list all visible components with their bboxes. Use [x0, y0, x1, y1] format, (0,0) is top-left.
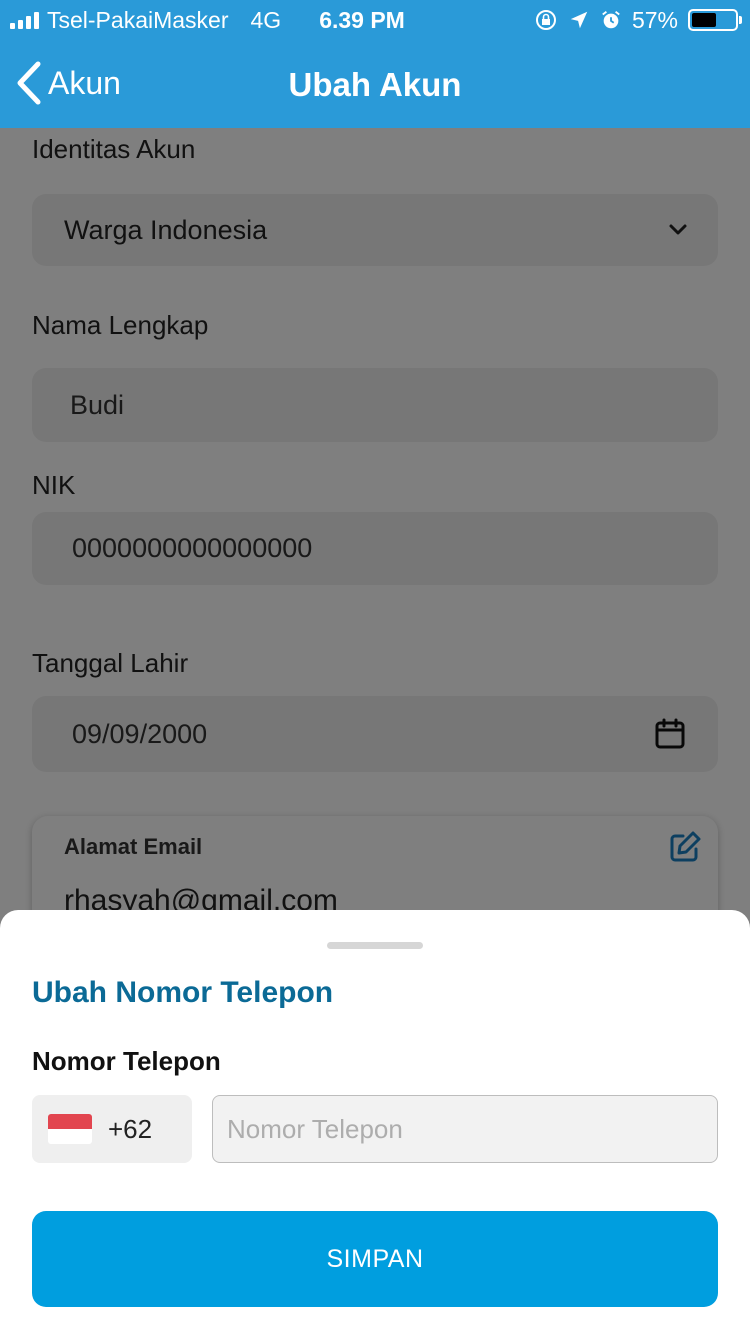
app-root: Tsel-PakaiMasker 4G 6.39 PM 57% Akun Uba… [0, 0, 750, 1334]
signal-strength-icon [10, 11, 39, 29]
phone-number-input[interactable] [212, 1095, 718, 1163]
status-right-group: 57% [534, 0, 742, 40]
status-bar: Tsel-PakaiMasker 4G 6.39 PM 57% [0, 0, 750, 40]
sheet-title: Ubah Nomor Telepon [32, 976, 334, 1009]
location-arrow-icon [570, 11, 588, 29]
country-code-selector[interactable]: +62 [32, 1095, 192, 1163]
save-button[interactable]: SIMPAN [32, 1211, 718, 1307]
carrier-name: Tsel-PakaiMasker [47, 6, 229, 33]
orientation-lock-icon [535, 10, 556, 30]
country-code-text: +62 [108, 1113, 153, 1144]
status-time: 6.39 PM [319, 6, 405, 33]
alarm-icon [602, 11, 620, 29]
phone-bottom-sheet: Ubah Nomor Telepon Nomor Telepon +62 SIM… [0, 910, 750, 1334]
navigation-bar: Akun Ubah Akun [0, 40, 750, 128]
battery-percent: 57% [631, 6, 678, 33]
network-type: 4G [250, 6, 282, 33]
battery-level-fill [692, 13, 716, 27]
sheet-drag-handle[interactable] [327, 942, 423, 949]
indonesia-flag-icon [48, 1114, 92, 1144]
page-title: Ubah Akun [288, 66, 462, 103]
phone-number-label: Nomor Telepon [32, 1046, 221, 1076]
battery-icon [688, 9, 742, 31]
